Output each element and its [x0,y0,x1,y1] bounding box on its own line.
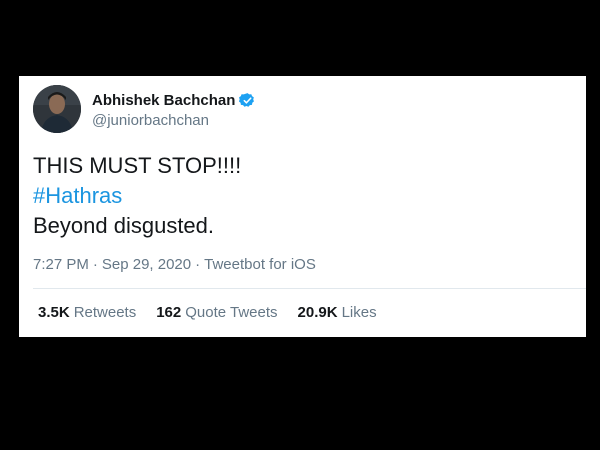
avatar[interactable] [33,85,81,133]
avatar-image [33,85,81,133]
retweets-stat[interactable]: 3.5K Retweets [38,304,136,321]
display-name-row: Abhishek Bachchan [92,89,256,111]
tweet-source[interactable]: Tweetbot for iOS [204,256,316,273]
tweet-stats: 3.5K Retweets 162 Quote Tweets 20.9K Likes [38,304,397,321]
tweet-meta: 7:27 PM · Sep 29, 2020 · Tweetbot for iOS [33,256,316,273]
tweet-line-1: THIS MUST STOP!!!! [33,153,242,178]
likes-stat[interactable]: 20.9K Likes [298,304,377,321]
tweet-date[interactable]: Sep 29, 2020 [102,256,191,273]
tweet-time[interactable]: 7:27 PM [33,256,89,273]
tweet-header: Abhishek Bachchan @juniorbachchan [33,85,256,133]
quote-tweets-label: Quote Tweets [185,304,278,321]
verified-badge-icon [239,92,256,109]
divider [33,288,586,289]
display-name[interactable]: Abhishek Bachchan [92,92,235,109]
user-handle[interactable]: @juniorbachchan [92,112,256,129]
meta-separator-2: · [195,256,201,273]
user-names: Abhishek Bachchan @juniorbachchan [92,89,256,129]
tweet-line-3: Beyond disgusted. [33,213,215,238]
likes-label: Likes [341,304,377,321]
likes-count: 20.9K [297,304,338,321]
quote-tweets-stat[interactable]: 162 Quote Tweets [156,304,277,321]
retweets-count: 3.5K [38,304,70,321]
hashtag-link[interactable]: #Hathras [33,181,241,211]
tweet-text: THIS MUST STOP!!!! #Hathras Beyond disgu… [33,151,241,241]
quote-tweets-count: 162 [156,304,182,321]
retweets-label: Retweets [73,304,137,321]
meta-separator: · [92,256,98,273]
tweet-card: Abhishek Bachchan @juniorbachchan THIS M… [19,76,586,337]
